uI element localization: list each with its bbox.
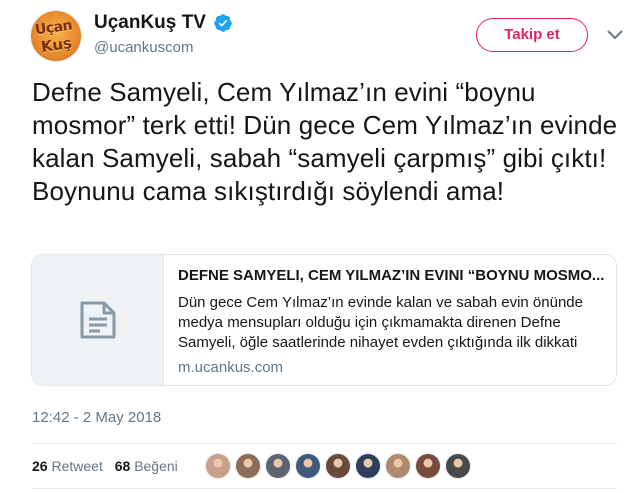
liker-avatar-3[interactable] <box>265 453 291 479</box>
liker-avatar-2[interactable] <box>235 453 261 479</box>
chevron-down-icon[interactable] <box>606 28 624 42</box>
like-count: 68 <box>114 458 131 474</box>
tweet-stats: 26 Retweet 68 Beğeni <box>32 458 186 474</box>
card-domain: m.ucankus.com <box>178 359 284 376</box>
verified-badge-icon <box>214 14 233 32</box>
liker-avatar-9[interactable] <box>445 453 471 479</box>
card-thumbnail <box>32 255 164 385</box>
avatar[interactable]: Uçan Kuş <box>30 10 82 62</box>
card-body: DEFNE SAMYELI, CEM YILMAZ’IN EVINI “BOYN… <box>178 267 608 376</box>
retweet-label: Retweet <box>51 458 103 474</box>
avatar-logo-bottom: Kuş <box>39 33 74 57</box>
like-stat[interactable]: 68 Beğeni <box>115 458 178 474</box>
retweet-stat[interactable]: 26 Retweet <box>32 458 103 474</box>
liker-avatar-1[interactable] <box>205 453 231 479</box>
document-icon <box>80 301 116 339</box>
link-card[interactable]: DEFNE SAMYELI, CEM YILMAZ’IN EVINI “BOYN… <box>31 254 617 386</box>
user-names: UçanKuş TV @ucankuscom <box>94 12 233 56</box>
liker-avatar-8[interactable] <box>415 453 441 479</box>
liker-avatars <box>205 453 475 479</box>
display-name[interactable]: UçanKuş TV <box>94 12 206 34</box>
liker-avatar-4[interactable] <box>295 453 321 479</box>
retweet-count: 26 <box>32 458 48 474</box>
tweet-header: Uçan Kuş UçanKuş TV @ucankuscom Takip et <box>30 10 630 62</box>
user-handle[interactable]: @ucankuscom <box>94 39 233 56</box>
follow-button[interactable]: Takip et <box>476 18 588 52</box>
like-label: Beğeni <box>134 458 178 474</box>
card-title: DEFNE SAMYELI, CEM YILMAZ’IN EVINI “BOYN… <box>178 267 605 284</box>
tweet-text: Defne Samyeli, Cem Yılmaz’ın evini “boyn… <box>32 77 618 206</box>
divider <box>32 488 617 489</box>
divider <box>32 443 617 444</box>
card-description: Dün gece Cem Yılmaz’ın evinde kalan ve s… <box>178 294 583 351</box>
liker-avatar-5[interactable] <box>325 453 351 479</box>
liker-avatar-6[interactable] <box>355 453 381 479</box>
tweet-timestamp[interactable]: 12:42 - 2 May 2018 <box>32 409 161 426</box>
liker-avatar-7[interactable] <box>385 453 411 479</box>
